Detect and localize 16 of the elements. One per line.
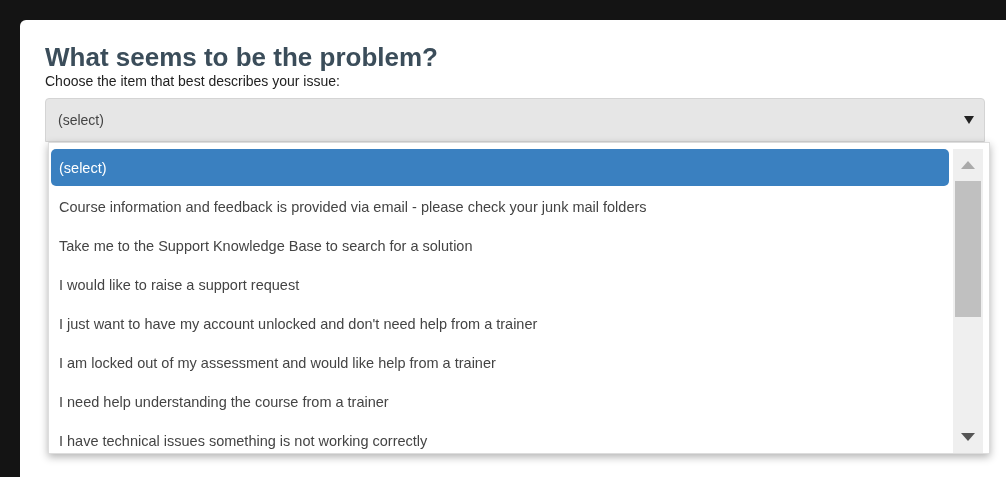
- caret-icon: [964, 116, 974, 124]
- scroll-down-icon[interactable]: [961, 433, 975, 441]
- scrollbar[interactable]: [953, 149, 983, 453]
- dropdown-option[interactable]: Take me to the Support Knowledge Base to search for a solution: [51, 227, 949, 264]
- scrollbar-thumb[interactable]: [955, 181, 981, 317]
- dropdown-option[interactable]: Course information and feedback is provided via email - please check your junk mail folders: [51, 188, 949, 225]
- scroll-up-icon[interactable]: [961, 161, 975, 169]
- instruction-text: Choose the item that best describes your issue:: [45, 72, 341, 90]
- issue-select[interactable]: (select): [45, 98, 985, 142]
- dropdown-option[interactable]: I would like to raise a support request: [51, 266, 949, 303]
- dropdown-option[interactable]: I just want to have my account unlocked and don't need help from a trainer: [51, 305, 949, 342]
- dropdown-option[interactable]: I need help understanding the course from a trainer: [51, 383, 949, 420]
- dialog-title: What seems to be the problem?: [45, 42, 439, 72]
- dropdown-option[interactable]: (select): [51, 149, 949, 186]
- dropdown-option[interactable]: I have technical issues something is not working correctly: [51, 422, 949, 453]
- dropdown-option[interactable]: I am locked out of my assessment and would like help from a trainer: [51, 344, 949, 381]
